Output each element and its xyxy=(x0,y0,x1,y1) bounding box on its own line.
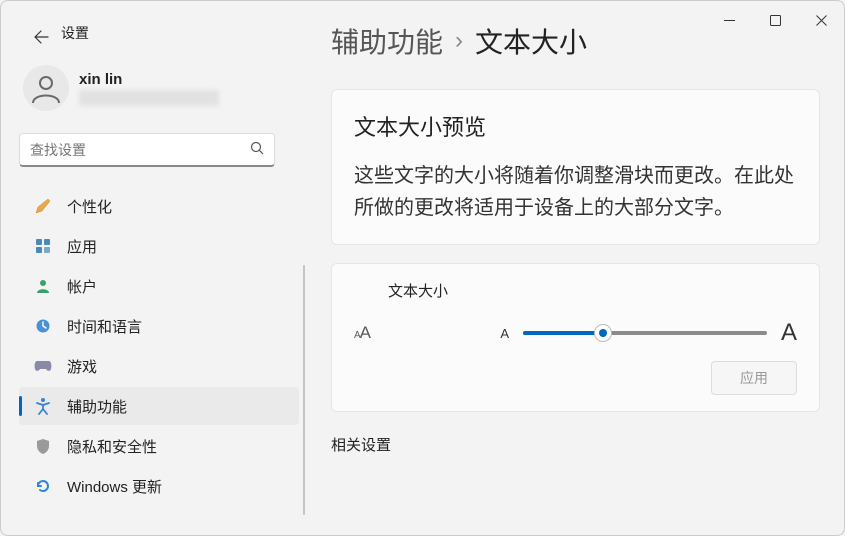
nav-item-apps[interactable]: 应用 xyxy=(19,227,299,265)
chevron-right-icon: › xyxy=(455,27,463,55)
nav-item-gaming[interactable]: 游戏 xyxy=(19,347,299,385)
nav-label: 游戏 xyxy=(67,356,97,377)
text-size-icon: AA xyxy=(354,323,382,343)
user-email-blurred xyxy=(79,90,219,106)
accessibility-icon xyxy=(33,396,53,416)
account-icon xyxy=(33,276,53,296)
slider-min-label: A xyxy=(500,326,509,341)
privacy-icon xyxy=(33,436,53,456)
update-icon xyxy=(33,476,53,496)
user-name: xin lin xyxy=(79,71,219,88)
nav-label: 帐户 xyxy=(67,276,97,297)
nav-label: 时间和语言 xyxy=(67,316,142,337)
nav-label: Windows 更新 xyxy=(67,476,162,497)
preview-title: 文本大小预览 xyxy=(354,110,797,142)
breadcrumb: 辅助功能 › 文本大小 xyxy=(331,21,820,61)
nav-label: 隐私和安全性 xyxy=(67,436,157,457)
nav-item-time-language[interactable]: 时间和语言 xyxy=(19,307,299,345)
search-icon xyxy=(250,141,264,158)
preview-card: 文本大小预览 这些文字的大小将随着你调整滑块而更改。在此处所做的更改将适用于设备… xyxy=(331,89,820,245)
nav-label: 个性化 xyxy=(67,196,112,217)
apps-icon xyxy=(33,236,53,256)
user-profile[interactable]: xin lin xyxy=(19,57,299,127)
text-size-card: 文本大小 AA A A 应用 xyxy=(331,263,820,412)
nav-item-accessibility[interactable]: 辅助功能 xyxy=(19,387,299,425)
time-icon xyxy=(33,316,53,336)
app-title: 设置 xyxy=(61,23,89,43)
slider-label: 文本大小 xyxy=(388,280,448,301)
nav-label: 应用 xyxy=(67,236,97,257)
preview-text: 这些文字的大小将随着你调整滑块而更改。在此处所做的更改将适用于设备上的大部分文字… xyxy=(354,160,797,224)
nav-item-accounts[interactable]: 帐户 xyxy=(19,267,299,305)
paintbrush-icon xyxy=(33,196,53,216)
breadcrumb-parent[interactable]: 辅助功能 xyxy=(331,21,443,61)
apply-button[interactable]: 应用 xyxy=(711,361,797,395)
gaming-icon xyxy=(33,356,53,376)
related-settings-title: 相关设置 xyxy=(331,434,820,455)
nav-scrollbar[interactable] xyxy=(303,265,305,515)
text-size-slider[interactable] xyxy=(523,324,767,342)
slider-thumb[interactable] xyxy=(595,325,611,341)
nav-item-windows-update[interactable]: Windows 更新 xyxy=(19,467,299,505)
nav-label: 辅助功能 xyxy=(67,396,127,417)
nav-list: 个性化 应用 帐户 时间和语言 游戏 xyxy=(19,187,299,505)
search-box[interactable] xyxy=(19,133,275,167)
back-button[interactable] xyxy=(25,21,57,53)
breadcrumb-current: 文本大小 xyxy=(475,21,587,61)
search-input[interactable] xyxy=(30,142,250,158)
nav-item-personalization[interactable]: 个性化 xyxy=(19,187,299,225)
avatar xyxy=(23,65,69,111)
nav-item-privacy[interactable]: 隐私和安全性 xyxy=(19,427,299,465)
slider-max-label: A xyxy=(781,319,797,347)
